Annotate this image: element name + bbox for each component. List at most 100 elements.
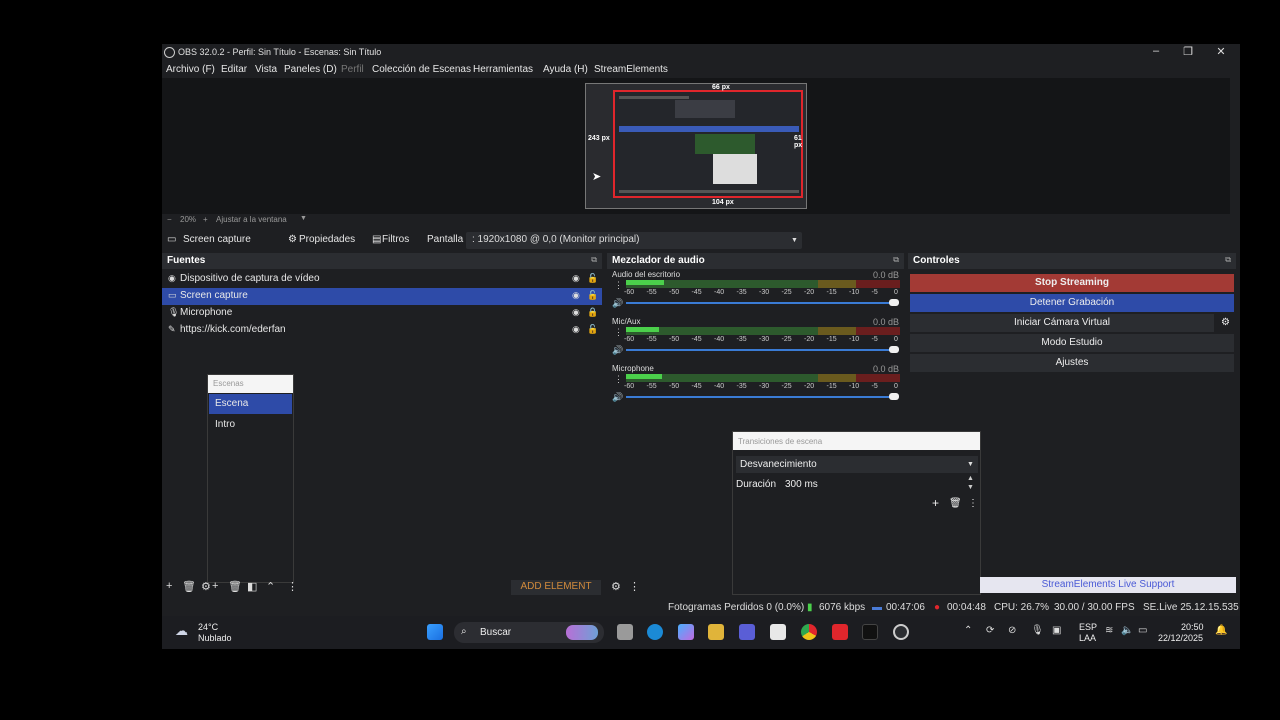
chrome-icon[interactable]: [801, 624, 817, 640]
preview-area[interactable]: 66 px 243 px 61 px 104 px ➤: [162, 78, 1230, 214]
move-up-icon[interactable]: ⌃: [266, 580, 275, 593]
filters-button[interactable]: Filtros: [382, 234, 409, 245]
track-menu-icon[interactable]: ⋮: [614, 374, 623, 385]
more-icon[interactable]: ⋮: [968, 498, 978, 509]
menu-herramientas[interactable]: Herramientas: [473, 64, 533, 75]
zoom-mode-dropdown-icon[interactable]: ▼: [300, 215, 307, 222]
menu-paneles[interactable]: Paneles (D): [284, 64, 337, 75]
trash-icon[interactable]: 🗑: [182, 580, 196, 593]
lock-icon[interactable]: 🔓: [587, 290, 598, 301]
source-item[interactable]: ◉ Dispositivo de captura de vídeo ◉ 🔓: [162, 271, 602, 288]
track-menu-icon[interactable]: ⋮: [614, 327, 623, 338]
windows-start-icon[interactable]: [427, 624, 443, 640]
add-element-button[interactable]: ADD ELEMENT: [511, 580, 601, 595]
volume-slider[interactable]: [626, 396, 896, 398]
gear-icon[interactable]: ⚙: [288, 234, 297, 245]
source-item[interactable]: 🎙 Microphone ◉ 🔒: [162, 305, 602, 322]
add-source-icon[interactable]: +: [166, 580, 172, 592]
add-transition-icon[interactable]: +: [932, 496, 939, 510]
speaker-icon[interactable]: 🔊: [612, 298, 623, 309]
scene-item-escena[interactable]: Escena: [209, 394, 292, 414]
menu-vista[interactable]: Vista: [255, 64, 277, 75]
scenes-title[interactable]: Escenas: [208, 375, 293, 393]
wifi-icon[interactable]: ≋: [1105, 625, 1113, 636]
volume-slider-handle[interactable]: [889, 299, 899, 306]
menu-editar[interactable]: Editar: [221, 64, 247, 75]
virtual-camera-gear-icon[interactable]: ⚙: [1221, 317, 1230, 328]
mixer-settings-icon[interactable]: ⚙: [611, 580, 621, 593]
youtube-icon[interactable]: [832, 624, 848, 640]
volume-slider-handle[interactable]: [889, 346, 899, 353]
settings-button[interactable]: Ajustes: [910, 354, 1234, 372]
trash-icon[interactable]: 🗑: [228, 580, 242, 593]
volume-slider-handle[interactable]: [889, 393, 899, 400]
mixer-more-icon[interactable]: ⋮: [629, 580, 640, 593]
lock-icon[interactable]: 🔓: [587, 273, 598, 284]
screen-select[interactable]: : 1920x1080 @ 0,0 (Monitor principal) ▼: [466, 232, 802, 249]
lock-icon[interactable]: 🔓: [587, 324, 598, 335]
language-top[interactable]: ESP: [1079, 622, 1097, 632]
preview-canvas[interactable]: 66 px 243 px 61 px 104 px: [585, 83, 807, 209]
trash-icon[interactable]: 🗑: [949, 498, 962, 509]
track-menu-icon[interactable]: ⋮: [614, 280, 623, 291]
clock-time[interactable]: 20:50: [1181, 622, 1204, 632]
studio-mode-button[interactable]: Modo Estudio: [910, 334, 1234, 352]
battery-icon[interactable]: ▭: [1138, 625, 1147, 636]
obs-taskbar-icon[interactable]: [893, 624, 909, 640]
show-hidden-icons-icon[interactable]: ⌃: [964, 625, 972, 636]
notification-bell-icon[interactable]: 🔔: [1215, 625, 1227, 636]
transitions-title[interactable]: Transiciones de escena: [733, 432, 980, 450]
microphone-icon[interactable]: 🎙: [1031, 625, 1044, 636]
menu-streamelements[interactable]: StreamElements: [594, 64, 668, 75]
menu-ayuda[interactable]: Ayuda (H): [543, 64, 588, 75]
volume-slider[interactable]: [626, 302, 896, 304]
zoom-in-button[interactable]: +: [203, 215, 208, 224]
menu-archivo[interactable]: Archivo (F): [166, 64, 215, 75]
zoom-mode[interactable]: Ajustar a la ventana: [216, 215, 287, 224]
add-scene-icon[interactable]: +: [212, 580, 218, 592]
filters-icon[interactable]: ▤: [372, 234, 381, 245]
decrement-icon[interactable]: ▼: [967, 484, 974, 491]
source-item-selected[interactable]: ▭ Screen capture ◉ 🔓: [162, 288, 602, 305]
maximize-button[interactable]: ❐: [1178, 45, 1198, 59]
clock-date[interactable]: 22/12/2025: [1158, 633, 1203, 643]
zoom-out-button[interactable]: −: [167, 215, 172, 224]
undock-icon[interactable]: ⧉: [591, 255, 597, 265]
filters-icon[interactable]: ◧: [247, 580, 257, 593]
visibility-icon[interactable]: ◉: [572, 307, 580, 318]
screen-capture-bounding-box[interactable]: [613, 90, 803, 198]
undock-icon[interactable]: ⧉: [893, 255, 899, 265]
gear-icon[interactable]: ⚙: [201, 580, 211, 593]
menu-perfil[interactable]: Perfil: [341, 64, 364, 75]
visibility-icon[interactable]: ◉: [572, 324, 580, 335]
properties-button[interactable]: Propiedades: [299, 234, 355, 245]
more-icon[interactable]: ⋮: [287, 580, 298, 593]
transition-select[interactable]: Desvanecimiento ▼: [736, 456, 978, 473]
source-item[interactable]: ✎ https://kick.com/ederfan ◉ 🔓: [162, 322, 602, 339]
speaker-icon[interactable]: 🔊: [612, 392, 623, 403]
taskbar-search[interactable]: ⌕ Buscar: [454, 622, 604, 643]
duration-input[interactable]: 300 ms ▲ ▼: [778, 475, 978, 493]
minimize-button[interactable]: –: [1146, 45, 1166, 59]
scene-item-intro[interactable]: Intro: [209, 415, 292, 435]
store-icon[interactable]: [770, 624, 786, 640]
stop-streaming-button[interactable]: Stop Streaming: [910, 274, 1234, 292]
lock-icon[interactable]: 🔒: [587, 307, 598, 318]
teams-icon[interactable]: [739, 624, 755, 640]
tray-app-icon[interactable]: ⟳: [986, 625, 994, 636]
edge-icon[interactable]: [647, 624, 663, 640]
increment-icon[interactable]: ▲: [967, 475, 974, 482]
mute-icon[interactable]: ⊘: [1008, 625, 1016, 636]
speaker-icon[interactable]: 🔊: [612, 345, 623, 356]
language-bottom[interactable]: LAA: [1079, 633, 1096, 643]
start-virtual-camera-button[interactable]: Iniciar Cámara Virtual: [910, 314, 1214, 332]
stop-recording-button[interactable]: Detener Grabación: [910, 294, 1234, 312]
visibility-icon[interactable]: ◉: [572, 290, 580, 301]
close-button[interactable]: ✕: [1211, 45, 1231, 59]
volume-icon[interactable]: 🔈: [1121, 625, 1133, 636]
menu-coleccion-escenas[interactable]: Colección de Escenas: [372, 64, 471, 75]
tiktok-icon[interactable]: [862, 624, 878, 640]
copilot-icon[interactable]: [678, 624, 694, 640]
display-icon[interactable]: ▣: [1052, 625, 1061, 636]
file-explorer-icon[interactable]: [708, 624, 724, 640]
